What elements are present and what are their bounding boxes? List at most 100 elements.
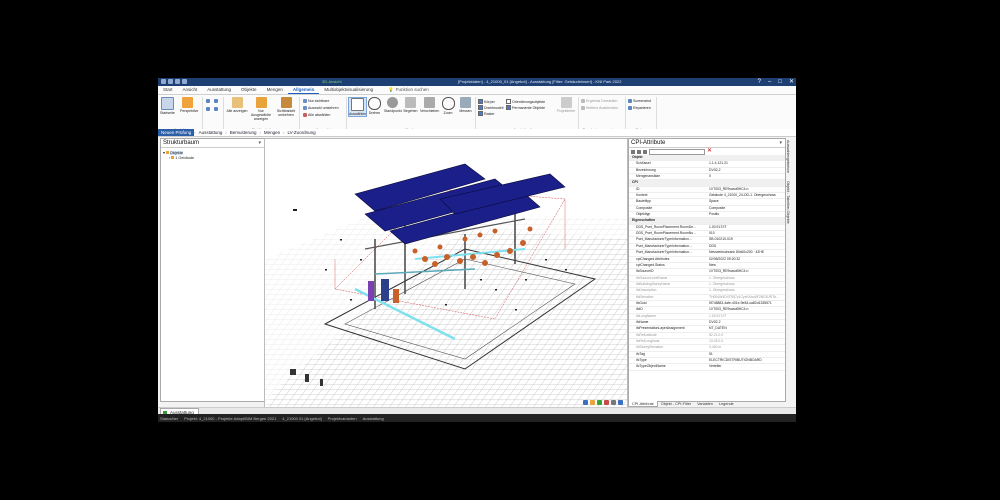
settings-icon[interactable]: [611, 400, 616, 405]
property-row[interactable]: ifcTypeObjectName Verteiler: [629, 364, 785, 371]
perspektive-button[interactable]: Perspektive: [180, 97, 198, 113]
nur-ausgewaehlte-label: Nur Ausgewählte anzeigen: [250, 109, 272, 121]
mode-begehen-button[interactable]: Begehen: [402, 97, 419, 113]
zoom-fit-icon[interactable]: [206, 107, 210, 111]
sichtbarkeit-umkehren-button[interactable]: Sichtbarkeit umkehren: [274, 97, 298, 117]
ruler-icon: [460, 97, 471, 108]
mode-drehen-button[interactable]: Drehen: [366, 97, 383, 115]
quick-access-toolbar: [161, 79, 187, 84]
tab-ausstattung[interactable]: Ausstattung: [202, 86, 236, 94]
zoom-in-icon[interactable]: [206, 99, 210, 103]
alle-anzeigen-button[interactable]: Alle anzeigen: [226, 97, 248, 113]
check-koerper[interactable]: Körper: [478, 99, 495, 104]
ergebnis-darstellen-label: Ergebnis Darstellen: [586, 99, 618, 103]
property-value: Gebäude 4_21000_24-OD-1. Obergeschoss: [709, 193, 776, 198]
expand-icon[interactable]: ›: [169, 156, 170, 160]
alle-abwaehlen-button[interactable]: Alle abwählen: [303, 113, 330, 117]
tab-ansicht[interactable]: Ansicht: [178, 86, 203, 94]
minimize-button[interactable]: –: [768, 78, 771, 86]
breadcrumb-item[interactable]: Mengen: [261, 130, 283, 135]
screenshot-button[interactable]: Screenshot: [628, 99, 651, 103]
sort-icon[interactable]: [631, 149, 635, 154]
mode-standpunkt-button[interactable]: Standpunkt: [384, 97, 402, 113]
cabinet[interactable]: [381, 279, 389, 301]
mode-verschieben-button[interactable]: Verschieben: [420, 97, 439, 113]
function-search[interactable]: 💡 Funktion suchen: [388, 86, 431, 94]
check-raster[interactable]: Raster: [478, 111, 495, 116]
column-icon[interactable]: [643, 149, 647, 154]
cabinet[interactable]: [368, 281, 374, 301]
mode-auswaehlen-button[interactable]: Auswählen: [348, 97, 367, 117]
reparieren-button[interactable]: Reparieren: [628, 106, 651, 110]
chevron-down-icon[interactable]: ▾: [258, 139, 261, 147]
breadcrumb-item[interactable]: Neuen Prüfung: [158, 129, 195, 136]
checkbox[interactable]: [478, 105, 483, 110]
side-tab-auswahlergebnisse[interactable]: Auswahlergebnisse: [786, 140, 790, 173]
cpi-attributes-panel: CPI-Attribute ▾ ✕ Objekt Schlüssel 1.1.4.1…: [628, 138, 786, 402]
tree-node[interactable]: › 1 Gebäude: [163, 155, 264, 160]
nur-sichtbare-button[interactable]: Nur sichtbare: [303, 99, 329, 103]
nur-ausgewaehlte-button[interactable]: Nur Ausgewählte anzeigen: [248, 97, 274, 121]
undo-icon[interactable]: [175, 79, 180, 84]
workflow-breadcrumb: Neuen Prüfung › Ausstattung › Bemusterun…: [158, 129, 796, 137]
checkbox[interactable]: [506, 99, 511, 104]
zoom-window-icon[interactable]: [214, 107, 218, 111]
help-button[interactable]: ?: [758, 78, 761, 86]
weitere-ausblenden-button[interactable]: Weitere Ausblenden: [581, 106, 618, 110]
mode-messen-button[interactable]: Messen: [457, 97, 474, 113]
group-icon[interactable]: [637, 149, 641, 154]
redo-icon[interactable]: [182, 79, 187, 84]
collapse-icon[interactable]: ▾: [163, 150, 165, 155]
mode-zoom-button[interactable]: Zoom: [440, 97, 456, 115]
close-button[interactable]: ✕: [789, 78, 794, 86]
breadcrumb-item[interactable]: Ausstattung: [196, 130, 226, 135]
tab-allgemein[interactable]: Allgemein: [287, 86, 320, 94]
checkbox[interactable]: [478, 99, 483, 104]
auswahl-umkehren-button[interactable]: Auswahl umkehren: [303, 106, 339, 110]
property-value: 1.00 ELT/IT: [709, 313, 727, 318]
status-item: Ausstattung: [362, 415, 384, 421]
visible-icon: [303, 99, 307, 103]
maximize-button[interactable]: □: [778, 78, 782, 86]
check-orientierungsobjekte[interactable]: Orientierungsobjekte: [506, 99, 545, 104]
projektierter-button[interactable]: Projektierter: [556, 97, 576, 113]
check-drahtmodell[interactable]: Drahtmodell: [478, 105, 503, 110]
auswahl-umkehren-label: Auswahl umkehren: [308, 106, 339, 110]
checkbox[interactable]: [506, 105, 511, 110]
check-koerper-label: Körper: [484, 99, 495, 104]
property-key: Composite: [636, 205, 653, 210]
tab-start[interactable]: Start: [158, 86, 178, 94]
property-value: 1. Obergeschoss: [709, 275, 735, 280]
save-icon[interactable]: [168, 79, 173, 84]
layer-icon[interactable]: [590, 400, 595, 405]
property-value: 3,400 m: [709, 345, 722, 350]
zoom-out-icon[interactable]: [214, 99, 218, 103]
app-logo-icon[interactable]: [161, 79, 166, 84]
hide-icon: [581, 106, 585, 110]
view-cube-icon[interactable]: [583, 400, 588, 405]
close-icon[interactable]: ✕: [707, 148, 712, 154]
chevron-down-icon[interactable]: ▾: [779, 139, 782, 147]
ergebnis-darstellen-button[interactable]: Ergebnis Darstellen: [581, 99, 617, 103]
startseite-button[interactable]: Startseite: [160, 97, 175, 115]
tab-objekte[interactable]: Objekte: [236, 86, 262, 94]
side-tab-tabellen-objekte[interactable]: Objekt - Tabellen-Objekte: [786, 181, 790, 224]
check-drahtmodell-label: Drahtmodell: [484, 105, 504, 110]
property-value: 010: [709, 231, 715, 236]
tab-mengen[interactable]: Mengen: [262, 86, 288, 94]
property-key: Pset_ManufacturerTypeInformation...: [636, 250, 692, 255]
filter-input[interactable]: [649, 148, 705, 155]
breadcrumb-item[interactable]: LV-Zuordnung: [284, 130, 318, 135]
3d-viewport[interactable]: [264, 138, 628, 408]
property-value: [702, 155, 785, 160]
breadcrumb-item[interactable]: Bemusterung: [227, 130, 260, 135]
camera-icon[interactable]: [618, 400, 623, 405]
cabinet[interactable]: [393, 289, 399, 303]
property-value: 51: [709, 351, 713, 356]
3d-scene[interactable]: [265, 139, 627, 407]
check-permanente-objekte[interactable]: Permanente Objekte: [506, 105, 545, 110]
tab-multiobjektvisualisierung[interactable]: Multiobjektvisualisierung: [319, 86, 378, 94]
checkbox[interactable]: [478, 111, 483, 116]
filter-icon[interactable]: [597, 400, 602, 405]
section-icon[interactable]: [604, 400, 609, 405]
